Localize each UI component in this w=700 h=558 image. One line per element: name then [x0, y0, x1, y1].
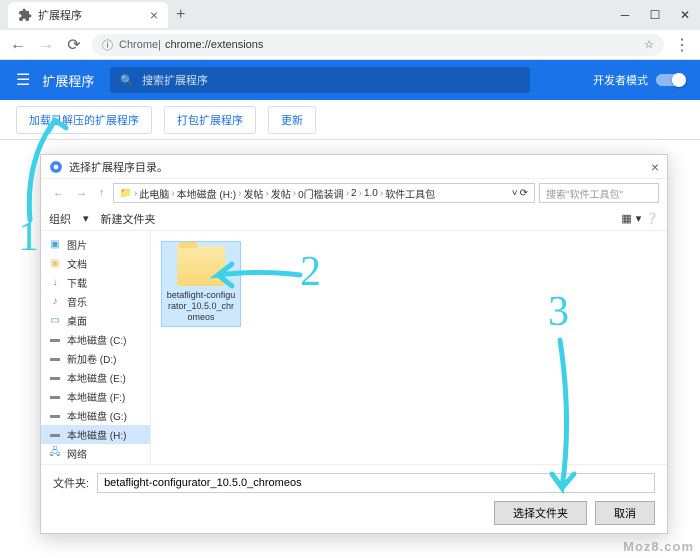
- browser-titlebar: 扩展程序 × + ─ ☐ ✕: [0, 0, 700, 30]
- disk-icon: ▬: [49, 353, 61, 365]
- image-icon: ▣: [49, 239, 61, 251]
- sidebar-item-disk-g[interactable]: ▬本地磁盘 (G:): [41, 406, 150, 425]
- refresh-icon[interactable]: ⟳: [520, 188, 528, 199]
- view-mode-icon[interactable]: ▦: [621, 212, 631, 225]
- breadcrumb[interactable]: 📁 › 此电脑› 本地磁盘 (H:)› 发帖› 发帖› 0门槛装调› 2› 1.…: [113, 183, 536, 203]
- update-button[interactable]: 更新: [268, 106, 316, 134]
- menu-button[interactable]: ⋮: [672, 35, 692, 55]
- nav-back-icon[interactable]: ←: [49, 187, 68, 199]
- sidebar-item-pictures[interactable]: ▣图片: [41, 235, 150, 254]
- folder-icon: [177, 246, 225, 286]
- cancel-button[interactable]: 取消: [595, 501, 655, 525]
- help-icon[interactable]: ❔: [645, 212, 659, 225]
- window-maximize[interactable]: ☐: [640, 0, 670, 30]
- search-icon: 🔍: [120, 74, 134, 87]
- disk-icon: ▬: [49, 391, 61, 403]
- extensions-header: ☰ 扩展程序 🔍 搜索扩展程序 开发者模式: [0, 60, 700, 100]
- extensions-search[interactable]: 🔍 搜索扩展程序: [110, 67, 530, 93]
- dialog-file-pane[interactable]: betaflight-configurator_10.5.0_chromeos: [151, 231, 667, 464]
- dialog-search[interactable]: 搜索"软件工具包": [539, 183, 659, 203]
- window-minimize[interactable]: ─: [610, 0, 640, 30]
- sidebar-item-downloads[interactable]: ↓下载: [41, 273, 150, 292]
- forward-button[interactable]: →: [36, 35, 56, 55]
- puzzle-icon: [18, 8, 32, 22]
- extensions-actions: 加载已解压的扩展程序 打包扩展程序 更新: [0, 100, 700, 140]
- browser-toolbar: ← → ⟳ ⓘ Chrome | chrome://extensions ☆ ⋮: [0, 30, 700, 60]
- sidebar-item-disk-e[interactable]: ▬本地磁盘 (E:): [41, 368, 150, 387]
- url-text: chrome://extensions: [165, 39, 263, 51]
- desktop-icon: ▭: [49, 315, 61, 327]
- nav-up-icon[interactable]: ↑: [95, 187, 109, 199]
- page-title: 扩展程序: [42, 71, 94, 90]
- dialog-toolbar: 组织 ▾ 新建文件夹 ▦ ▾ ❔: [41, 207, 667, 231]
- dialog-titlebar: 选择扩展程序目录。 ×: [41, 155, 667, 179]
- back-button[interactable]: ←: [8, 35, 28, 55]
- sidebar-item-disk-c[interactable]: ▬本地磁盘 (C:): [41, 330, 150, 349]
- sidebar-item-network[interactable]: 🖧网络: [41, 444, 150, 463]
- close-tab-icon[interactable]: ×: [150, 7, 158, 23]
- disk-icon: ▬: [49, 429, 61, 441]
- network-icon: 🖧: [49, 448, 61, 460]
- dialog-nav: ← → ↑ 📁 › 此电脑› 本地磁盘 (H:)› 发帖› 发帖› 0门槛装调›…: [41, 179, 667, 207]
- window-close[interactable]: ✕: [670, 0, 700, 30]
- folder-item[interactable]: betaflight-configurator_10.5.0_chromeos: [161, 241, 241, 327]
- folder-dialog: 选择扩展程序目录。 × ← → ↑ 📁 › 此电脑› 本地磁盘 (H:)› 发帖…: [40, 154, 668, 534]
- chrome-icon: [49, 160, 63, 174]
- disk-icon: ▬: [49, 334, 61, 346]
- chevron-down-icon[interactable]: ˅: [512, 188, 518, 199]
- disk-icon: ▬: [49, 410, 61, 422]
- music-icon: ♪: [49, 296, 61, 308]
- url-bar[interactable]: ⓘ Chrome | chrome://extensions ☆: [92, 34, 664, 56]
- sidebar-item-disk-h[interactable]: ▬本地磁盘 (H:): [41, 425, 150, 444]
- folder-icon: ▣: [49, 258, 61, 270]
- select-folder-button[interactable]: 选择文件夹: [494, 501, 587, 525]
- sidebar-item-disk-f[interactable]: ▬本地磁盘 (F:): [41, 387, 150, 406]
- folder-icon: 📁: [120, 188, 132, 199]
- dialog-sidebar: ▣图片 ▣文档 ↓下载 ♪音乐 ▭桌面 ▬本地磁盘 (C:) ▬新加卷 (D:)…: [41, 231, 151, 464]
- sidebar-item-disk-d[interactable]: ▬新加卷 (D:): [41, 349, 150, 368]
- sidebar-item-music[interactable]: ♪音乐: [41, 292, 150, 311]
- dialog-close-icon[interactable]: ×: [651, 159, 659, 175]
- dev-mode-toggle[interactable]: 开发者模式: [593, 72, 684, 88]
- pack-extension-button[interactable]: 打包扩展程序: [164, 106, 256, 134]
- organize-button[interactable]: 组织: [49, 211, 71, 227]
- folder-field-input[interactable]: [97, 473, 655, 493]
- sidebar-item-documents[interactable]: ▣文档: [41, 254, 150, 273]
- watermark: Moz8.com: [623, 539, 694, 554]
- new-folder-button[interactable]: 新建文件夹: [101, 211, 156, 227]
- download-icon: ↓: [49, 277, 61, 289]
- browser-tab[interactable]: 扩展程序 ×: [8, 2, 168, 28]
- reload-button[interactable]: ⟳: [64, 35, 84, 55]
- disk-icon: ▬: [49, 372, 61, 384]
- sidebar-item-desktop[interactable]: ▭桌面: [41, 311, 150, 330]
- tab-title: 扩展程序: [38, 7, 82, 23]
- folder-field-label: 文件夹:: [53, 475, 89, 491]
- toggle-switch[interactable]: [656, 74, 684, 86]
- dialog-footer: 文件夹: 选择文件夹 取消: [41, 464, 667, 533]
- new-tab-button[interactable]: +: [176, 6, 185, 24]
- bookmark-icon[interactable]: ☆: [644, 38, 654, 51]
- load-unpacked-button[interactable]: 加载已解压的扩展程序: [16, 106, 152, 134]
- hamburger-icon[interactable]: ☰: [16, 70, 30, 90]
- nav-forward-icon[interactable]: →: [72, 187, 91, 199]
- info-icon: ⓘ: [102, 37, 113, 53]
